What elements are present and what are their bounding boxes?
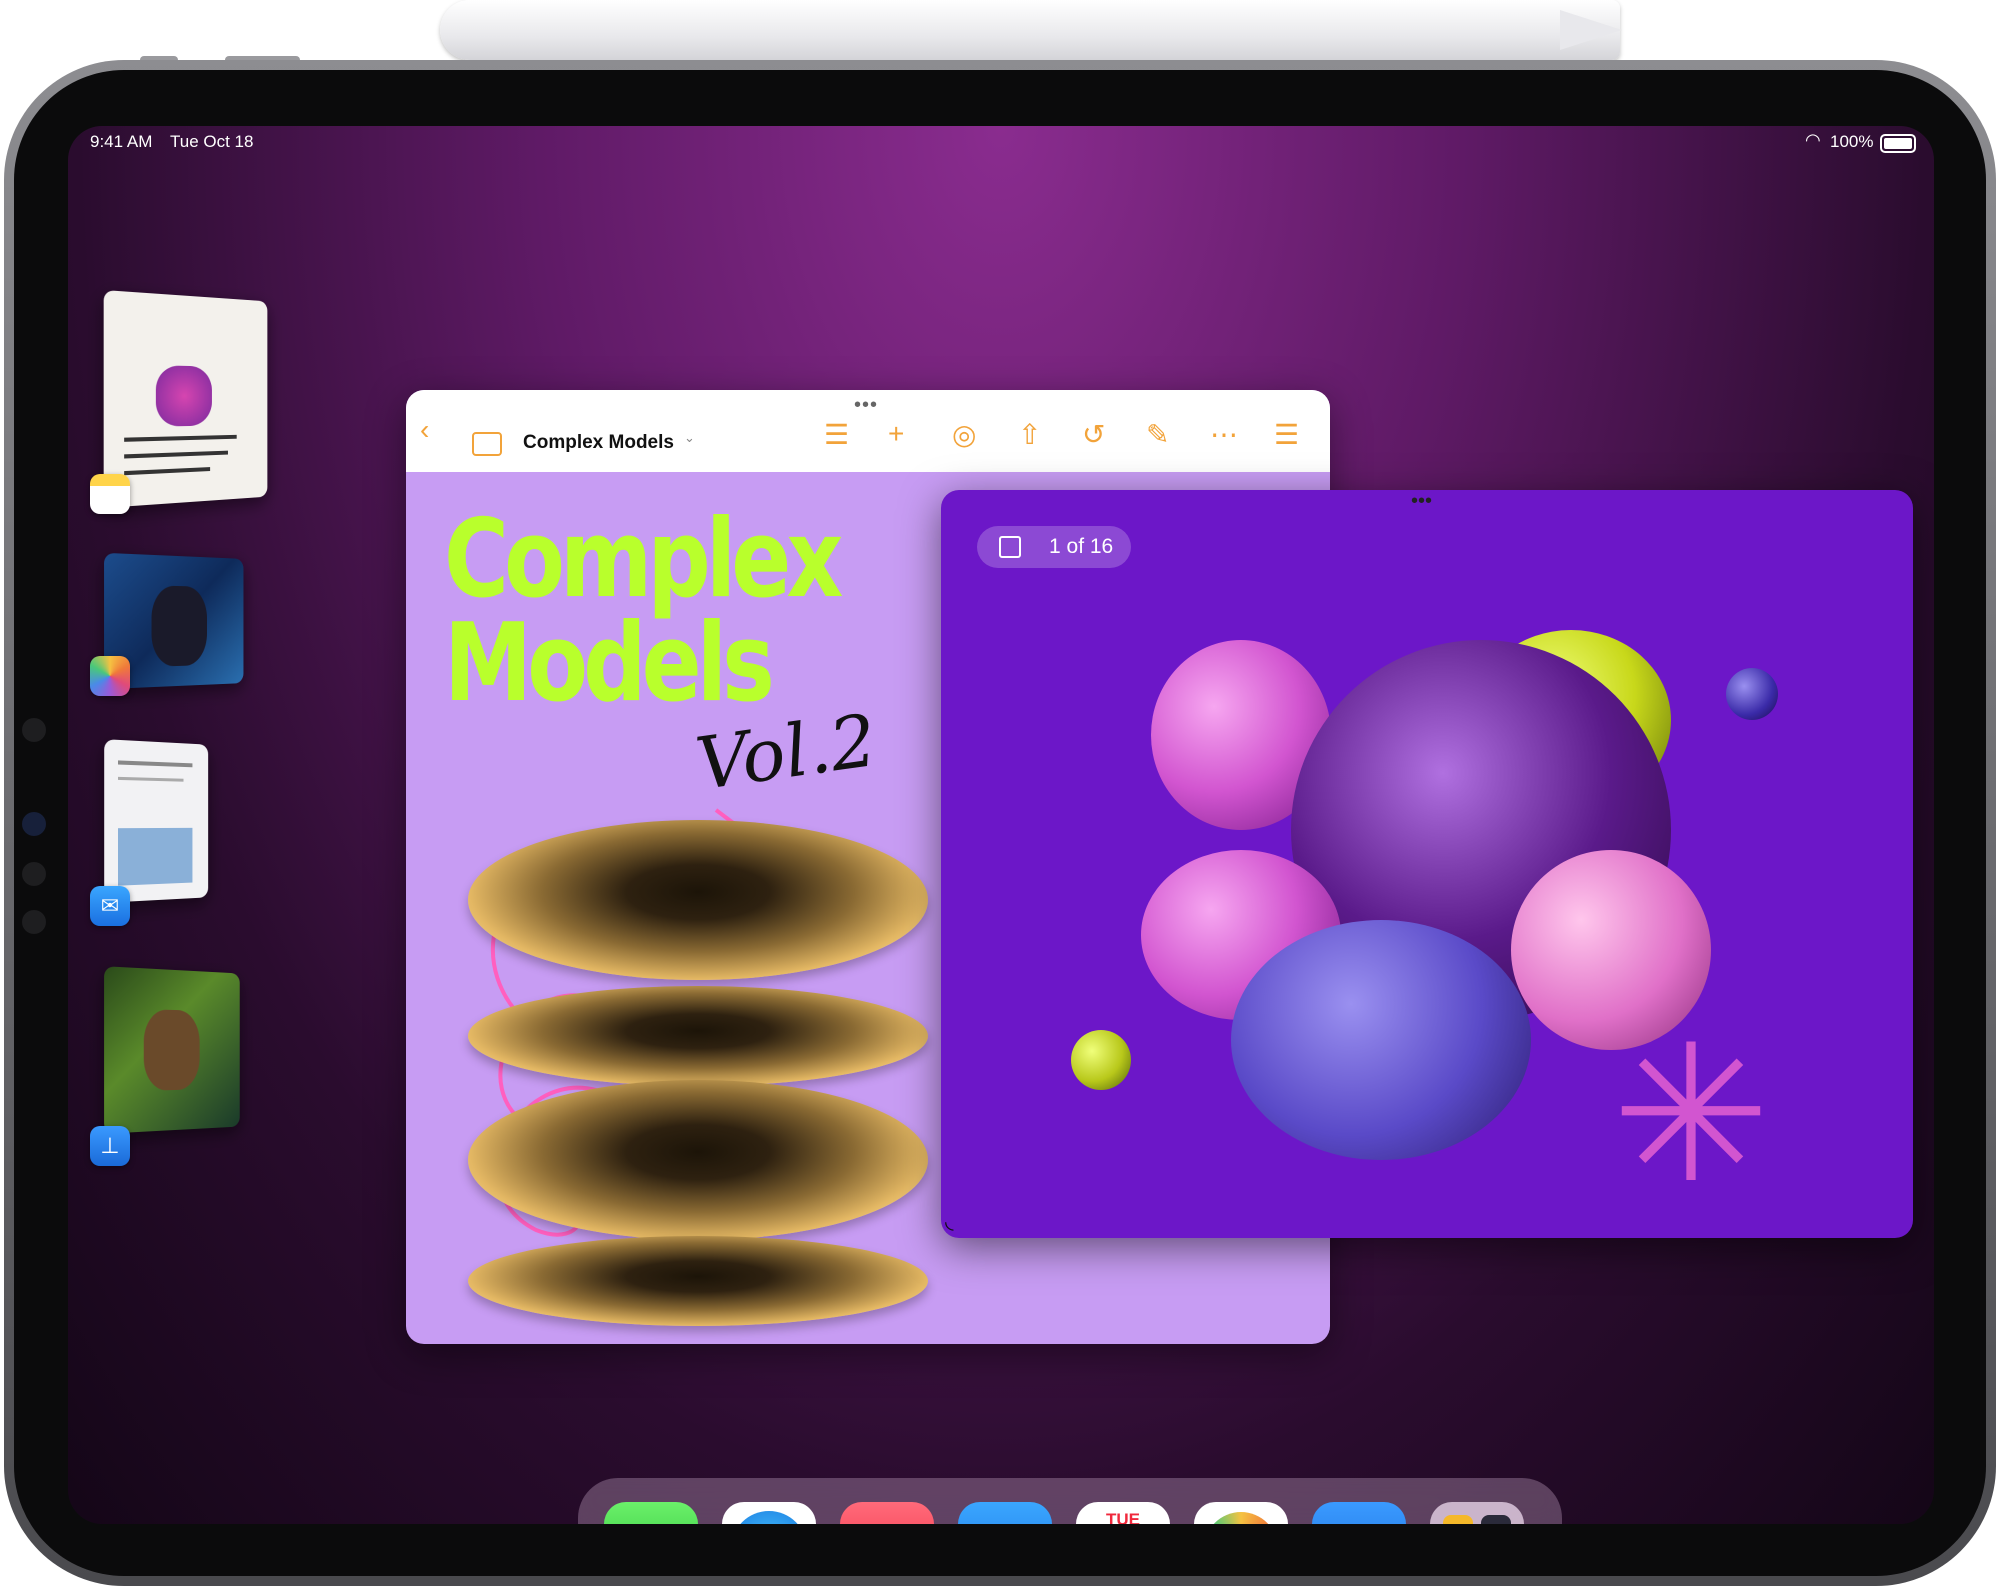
ball-blue — [1726, 668, 1778, 720]
pencil-tip — [1560, 10, 1622, 50]
pages-toolbar: ••• ‹ Complex Models ⌄ ☰ + ◎ ⇧ ↺ ✎ ⋯ ☰ — [406, 390, 1330, 472]
spiky-star: ✳ — [1591, 1020, 1791, 1210]
gold-disc — [468, 820, 928, 980]
sidebar-toggle-icon[interactable] — [472, 432, 502, 456]
safari-icon[interactable]: ↗ — [722, 1502, 816, 1524]
undo-icon[interactable]: ↺ — [1082, 418, 1105, 451]
list-icon[interactable]: ☰ — [824, 418, 849, 451]
messages-icon[interactable] — [604, 1502, 698, 1524]
sensor-dot — [22, 862, 46, 886]
mail-icon[interactable]: ✉ — [958, 1502, 1052, 1524]
thumb-image — [118, 828, 192, 886]
thumb-text-line — [124, 435, 237, 442]
apple-pencil — [440, 0, 1620, 60]
sensor-dot — [22, 910, 46, 934]
calendar-day: TUE — [1106, 1510, 1140, 1524]
camera-dot — [22, 718, 46, 742]
stage-thumb-keynote[interactable] — [104, 966, 240, 1134]
thumb-portrait — [144, 1009, 200, 1091]
battery-icon — [1880, 134, 1916, 153]
more-icon[interactable]: ⋯ — [1210, 418, 1238, 451]
photos-icon[interactable] — [90, 656, 130, 696]
keynote-icon[interactable]: ⊥ — [90, 1126, 130, 1166]
status-time: 9:41 AM — [90, 132, 152, 152]
add-icon[interactable]: + — [888, 418, 904, 450]
thumb-portrait — [152, 585, 207, 666]
gold-disc — [468, 1080, 928, 1240]
app-library-icon[interactable] — [1430, 1502, 1524, 1524]
collaborate-icon[interactable]: ◎ — [952, 418, 976, 451]
photos-window[interactable]: ••• 1 of 16 ◟ ✳ — [941, 490, 1913, 1238]
thumb-text-line — [118, 777, 184, 782]
keynote-icon[interactable]: ⊥ — [1312, 1502, 1406, 1524]
blob-blue — [1231, 920, 1531, 1160]
wifi-icon: ◠ — [1805, 130, 1821, 151]
poster-title-line2: Models — [444, 612, 839, 716]
photos-icon[interactable] — [1194, 1502, 1288, 1524]
chevron-down-icon[interactable]: ⌄ — [684, 430, 695, 446]
camera-lens — [22, 812, 46, 836]
stage-thumb-mail[interactable] — [104, 739, 208, 903]
window-grabber[interactable]: ••• — [1411, 490, 1432, 513]
thumb-text-line — [118, 760, 192, 767]
ipad-screen: 9:41 AM Tue Oct 18 ◠ 100% ✉ ⊥ ••• ‹ Comp… — [68, 126, 1934, 1524]
calendar-icon[interactable]: TUE 18 — [1076, 1502, 1170, 1524]
back-icon[interactable]: ‹ — [420, 414, 429, 446]
mail-icon[interactable]: ✉ — [90, 886, 130, 926]
gold-disc — [468, 986, 928, 1086]
format-brush-icon[interactable]: ✎ — [1146, 418, 1169, 451]
resize-handle[interactable]: ◟ — [945, 1208, 954, 1234]
stage-thumb-notes[interactable] — [104, 290, 268, 508]
copy-icon — [999, 536, 1021, 558]
share-icon[interactable]: ⇧ — [1018, 418, 1041, 451]
notes-icon[interactable] — [90, 474, 130, 514]
thumb-art — [156, 365, 212, 426]
document-title[interactable]: Complex Models — [523, 432, 674, 454]
gold-disc — [468, 1236, 928, 1326]
status-date: Tue Oct 18 — [170, 132, 253, 152]
battery-percent: 100% — [1830, 132, 1873, 152]
ball-yellow — [1071, 1030, 1131, 1090]
thumb-text-line — [124, 467, 210, 475]
thumb-text-line — [124, 451, 228, 459]
document-icon[interactable]: ☰ — [1274, 418, 1299, 451]
photo-counter: 1 of 16 — [1049, 535, 1113, 559]
poster-title-line1: Complex — [444, 508, 839, 612]
window-grabber[interactable]: ••• — [854, 394, 878, 417]
poster-title: Complex Models — [444, 508, 839, 716]
music-icon[interactable]: ♫ — [840, 1502, 934, 1524]
photo-counter-pill[interactable]: 1 of 16 — [977, 526, 1131, 568]
dock: ↗ ♫ ✉ TUE 18 ⊥ — [578, 1478, 1562, 1524]
